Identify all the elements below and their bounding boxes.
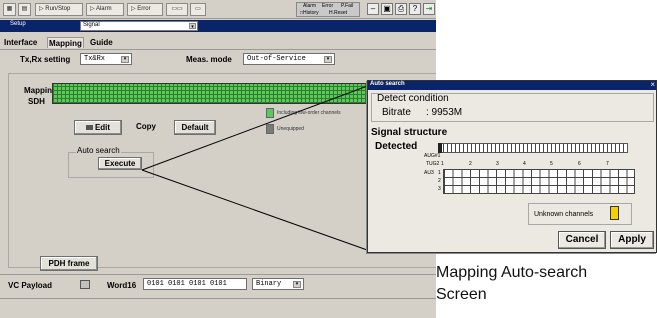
aug-selected-marker: [438, 143, 442, 153]
close-icon[interactable]: ×: [650, 80, 655, 89]
caption-line-2: Screen: [436, 286, 487, 303]
tug-number-4: 4: [523, 161, 526, 167]
setup-icon: ▦: [6, 6, 13, 12]
mode-select[interactable]: Signal ▾: [80, 21, 198, 31]
word-value-field[interactable]: 0101 0101 0101 0101: [143, 278, 247, 290]
detected-label: Detected: [375, 141, 418, 152]
copy-button[interactable]: Copy: [131, 120, 161, 135]
default-button[interactable]: Default: [174, 120, 216, 135]
tab-interface[interactable]: Interface: [4, 37, 37, 48]
window-button[interactable]: ▤: [18, 3, 31, 16]
signal-structure-label: Signal structure: [371, 127, 448, 138]
aug-channel-strip: [438, 143, 628, 153]
tug-number-1: 1: [441, 161, 444, 167]
legend-unequipped-swatch: [266, 124, 274, 134]
edit-button[interactable]: Edit: [74, 120, 122, 135]
run-stop-button[interactable]: ▷ Run/Stop: [35, 3, 83, 16]
row-label-1: 1: [438, 170, 441, 176]
monitor-icon: ▭▭: [171, 6, 183, 12]
tug-number-6: 6: [578, 161, 581, 167]
bitrate-value: : 9953M: [426, 107, 463, 118]
row-label-2: 2: [438, 178, 441, 184]
txrx-select[interactable]: Tx&Rx ▾: [80, 53, 132, 65]
apply-button[interactable]: Apply: [610, 231, 654, 249]
txrx-label: Tx,Rx setting: [20, 55, 71, 64]
word-label: Word16: [107, 281, 137, 290]
help-icon[interactable]: ?: [409, 3, 421, 15]
status-bar: [0, 298, 436, 318]
tab-divider: [0, 49, 436, 50]
auto-search-dialog: Auto search × Detect condition Bitrate :…: [367, 80, 657, 253]
toolbar: ▦ ▤ ▷ Run/Stop ▷ Alarm ▷ Error ▭▭ ▭ Alar…: [0, 0, 436, 19]
vc-payload-pattern-button[interactable]: [80, 280, 90, 289]
row-label-3: 3: [438, 186, 441, 192]
window-icon: ▤: [21, 6, 28, 12]
legend-including-label: Including low-order channels: [277, 110, 341, 116]
save-icon[interactable]: ▣: [381, 3, 393, 15]
print-icon[interactable]: ⎙: [395, 3, 407, 15]
cancel-button[interactable]: Cancel: [558, 231, 606, 249]
history-checkbox[interactable]: □ History: [300, 10, 319, 16]
execute-button[interactable]: Execute: [98, 157, 142, 170]
unknown-channels-swatch: [610, 206, 619, 220]
chevron-down-icon: ▾: [189, 23, 196, 30]
error-button[interactable]: ▷ Error: [127, 3, 163, 16]
payload-format-select[interactable]: Binary ▾: [252, 278, 304, 290]
caption-line-1: Mapping Auto-search: [436, 264, 588, 281]
monitor-button[interactable]: ▭▭: [166, 3, 188, 16]
tug2-label: TUG2: [426, 161, 440, 167]
section-divider: [0, 274, 436, 275]
h-reset-button[interactable]: H.Reset: [329, 10, 347, 16]
aug-label: AUG#1: [424, 153, 441, 159]
screen-button[interactable]: ▭: [190, 3, 206, 16]
tab-mapping[interactable]: Mapping: [47, 37, 84, 48]
edit-icon: [85, 125, 93, 131]
tug-number-7: 7: [606, 161, 609, 167]
figure-caption: Mapping Auto-search Screen: [436, 262, 646, 306]
bitrate-label: Bitrate: [382, 107, 411, 118]
setup-button[interactable]: ▦: [3, 3, 16, 16]
au3-label: AU3: [424, 170, 434, 176]
unknown-channels-label: Unknown channels: [534, 211, 594, 218]
chevron-down-icon: ▾: [121, 56, 129, 63]
tab-guide[interactable]: Guide: [90, 37, 113, 48]
sdh-label: SDH: [28, 97, 45, 106]
legend-unequipped-label: Unequipped: [277, 126, 304, 132]
dialog-title-bar: Auto search ×: [368, 80, 656, 90]
au3-row-3: [443, 185, 635, 194]
auto-search-label: Auto search: [76, 146, 121, 155]
alarm-status-panel: Alarm Error P.Fail □ History H.Reset: [296, 2, 360, 17]
pdh-frame-button[interactable]: PDH frame: [40, 256, 98, 271]
meas-mode-label: Meas. mode: [186, 55, 232, 64]
tug-number-5: 5: [550, 161, 553, 167]
dialog-title: Auto search: [370, 81, 405, 87]
screen-icon: ▭: [195, 6, 201, 12]
tug-number-2: 2: [469, 161, 472, 167]
detect-condition-label: Detect condition: [377, 93, 449, 104]
chevron-down-icon: ▾: [293, 281, 301, 288]
alarm-button[interactable]: ▷ Alarm: [86, 3, 124, 16]
exit-icon[interactable]: ⇥: [423, 3, 435, 15]
tug-number-3: 3: [496, 161, 499, 167]
vc-payload-label: VC Payload: [8, 281, 53, 290]
window-title: Setup: [10, 21, 26, 27]
meas-mode-select[interactable]: Out-of-Service ▾: [243, 53, 335, 65]
minimize-icon[interactable]: –: [367, 3, 379, 15]
legend-including-swatch: [266, 108, 274, 118]
window-title-bar: Setup Signal ▾: [0, 20, 436, 32]
chevron-down-icon: ▾: [324, 56, 332, 63]
